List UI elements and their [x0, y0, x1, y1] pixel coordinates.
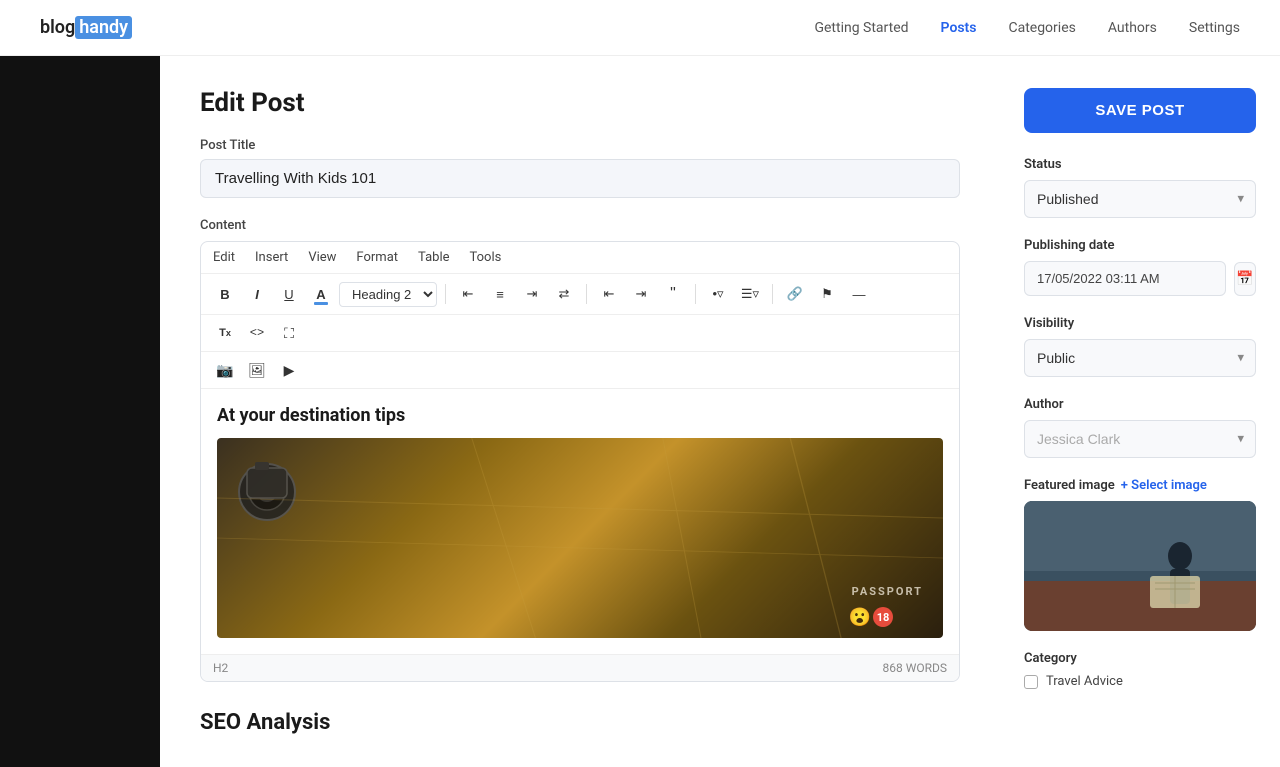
status-label: Status [1024, 157, 1256, 172]
select-image-link[interactable]: + Select image [1121, 478, 1207, 493]
post-title-input[interactable] [200, 159, 960, 198]
editor-image-inner: PASSPORT 😮 18 [217, 438, 943, 638]
status-select[interactable]: Published Draft Scheduled [1024, 180, 1256, 218]
hr-button[interactable]: — [845, 280, 873, 308]
editor-image: PASSPORT 😮 18 [217, 438, 943, 638]
featured-image-label: Featured image + Select image [1024, 478, 1256, 493]
menu-edit[interactable]: Edit [213, 250, 235, 265]
category-checkbox[interactable] [1024, 675, 1038, 689]
author-section: Author Jessica Clark [1024, 397, 1256, 458]
editor-toolbar-1: B I U A Heading 2 ⇤ ≡ ⇥ ⇄ ⇤ ⇥ " •▿ ☰▿ [201, 274, 959, 315]
nav-links: Getting Started Posts Categories Authors… [814, 20, 1240, 36]
visibility-select-wrap: Public Private Password Protected [1024, 339, 1256, 377]
page-title: Edit Post [200, 88, 960, 118]
category-label: Category [1024, 651, 1256, 666]
sep-4 [772, 284, 773, 304]
editor-toolbar-3: 📷 🖼 ▶ [201, 352, 959, 389]
date-wrap: 📅 [1024, 261, 1256, 296]
editor-content[interactable]: At your destination tips [201, 389, 959, 654]
category-item-text: Travel Advice [1046, 674, 1123, 689]
menu-insert[interactable]: Insert [255, 250, 288, 265]
logo-handy: handy [75, 16, 132, 39]
featured-image-inner [1024, 501, 1256, 631]
indent-button[interactable]: ⇥ [627, 280, 655, 308]
featured-image-preview [1024, 501, 1256, 631]
editor-menu: Edit Insert View Format Table Tools [201, 242, 959, 274]
logo-blog: blog [40, 17, 75, 38]
sep-2 [586, 284, 587, 304]
heading-select[interactable]: Heading 2 [339, 282, 437, 307]
link-button[interactable]: 🔗 [781, 280, 809, 308]
calendar-icon: 📅 [1236, 271, 1253, 287]
main-content: Edit Post Post Title Content Edit Insert… [160, 56, 1000, 767]
image-embed-button[interactable]: 🖼 [243, 356, 271, 384]
author-label: Author [1024, 397, 1256, 412]
image-upload-button[interactable]: 📷 [211, 356, 239, 384]
align-justify-button[interactable]: ⇄ [550, 280, 578, 308]
fullscreen-button[interactable]: ⛶ [275, 319, 303, 347]
underline-button[interactable]: U [275, 280, 303, 308]
save-post-button[interactable]: SAVE POST [1024, 88, 1256, 133]
bold-button[interactable]: B [211, 280, 239, 308]
editor-footer-left: H2 [213, 661, 228, 675]
visibility-label: Visibility [1024, 316, 1256, 331]
visibility-select[interactable]: Public Private Password Protected [1024, 339, 1256, 377]
map-overlay-icon [217, 438, 943, 638]
align-right-button[interactable]: ⇥ [518, 280, 546, 308]
visibility-section: Visibility Public Private Password Prote… [1024, 316, 1256, 377]
bookmark-button[interactable]: ⚑ [813, 280, 841, 308]
editor-toolbar-2: Tx <> ⛶ [201, 315, 959, 352]
left-sidebar [0, 56, 160, 767]
menu-tools[interactable]: Tools [470, 250, 502, 265]
menu-format[interactable]: Format [356, 250, 398, 265]
editor-footer-right: 868 WORDS [882, 661, 947, 675]
category-row: Travel Advice [1024, 674, 1256, 689]
right-sidebar: SAVE POST Status Published Draft Schedul… [1000, 56, 1280, 767]
featured-image-section: Featured image + Select image [1024, 478, 1256, 631]
seo-title: SEO Analysis [200, 710, 960, 735]
nav-getting-started[interactable]: Getting Started [814, 20, 908, 36]
calendar-button[interactable]: 📅 [1234, 262, 1256, 296]
code-button[interactable]: <> [243, 319, 271, 347]
text-color-button[interactable]: A [307, 280, 335, 308]
ordered-list-button[interactable]: ☰▿ [736, 280, 764, 308]
author-select-wrap: Jessica Clark [1024, 420, 1256, 458]
editor: Edit Insert View Format Table Tools B I … [200, 241, 960, 682]
align-left-button[interactable]: ⇤ [454, 280, 482, 308]
clear-format-button[interactable]: Tx [211, 319, 239, 347]
sep-3 [695, 284, 696, 304]
child-silhouette-icon [1024, 501, 1256, 631]
outdent-button[interactable]: ⇤ [595, 280, 623, 308]
post-title-label: Post Title [200, 138, 960, 153]
author-select[interactable]: Jessica Clark [1024, 420, 1256, 458]
logo: bloghandy [40, 16, 132, 39]
status-section: Status Published Draft Scheduled [1024, 157, 1256, 218]
sep-1 [445, 284, 446, 304]
publishing-date-label: Publishing date [1024, 238, 1256, 253]
menu-view[interactable]: View [308, 250, 336, 265]
blockquote-button[interactable]: " [659, 280, 687, 308]
video-button[interactable]: ▶ [275, 356, 303, 384]
date-input[interactable] [1024, 261, 1226, 296]
navbar: bloghandy Getting Started Posts Categori… [0, 0, 1280, 56]
content-label: Content [200, 218, 960, 233]
nav-categories[interactable]: Categories [1008, 20, 1075, 36]
editor-footer: H2 868 WORDS [201, 654, 959, 681]
menu-table[interactable]: Table [418, 250, 449, 265]
align-center-button[interactable]: ≡ [486, 280, 514, 308]
nav-authors[interactable]: Authors [1108, 20, 1157, 36]
editor-heading-text: At your destination tips [217, 405, 943, 426]
category-section: Category Travel Advice [1024, 651, 1256, 689]
nav-posts[interactable]: Posts [941, 20, 977, 36]
bullet-list-button[interactable]: •▿ [704, 280, 732, 308]
italic-button[interactable]: I [243, 280, 271, 308]
passport-text: PASSPORT [852, 585, 923, 598]
emoji-reactions: 😮 18 [849, 607, 893, 628]
publishing-date-section: Publishing date 📅 [1024, 238, 1256, 296]
status-select-wrap: Published Draft Scheduled [1024, 180, 1256, 218]
nav-settings[interactable]: Settings [1189, 20, 1240, 36]
